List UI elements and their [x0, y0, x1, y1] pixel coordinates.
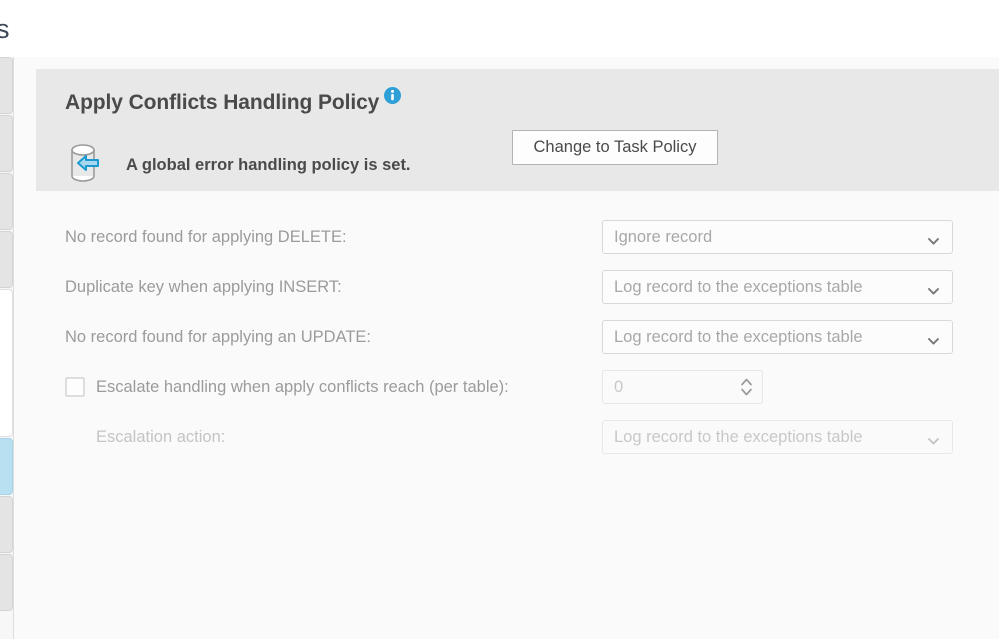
info-icon[interactable] — [384, 87, 402, 109]
dropdown-escalation-action[interactable]: Log record to the exceptions table — [602, 420, 953, 454]
policy-title: Apply Conflicts Handling Policy — [65, 91, 380, 114]
policy-title-row: Apply Conflicts Handling Policy — [65, 87, 402, 115]
sidebar-tab-7[interactable] — [0, 496, 13, 553]
chevron-down-icon — [928, 282, 939, 295]
policy-header-band: Apply Conflicts Handling Policy A global… — [36, 69, 999, 191]
sidebar-tab-4[interactable] — [0, 231, 13, 288]
sidebar-tab-1[interactable] — [0, 57, 13, 114]
policy-status-text: A global error handling policy is set. — [126, 156, 411, 174]
dropdown-value-insert: Log record to the exceptions table — [614, 278, 863, 296]
sidebar-tab-6-selected[interactable] — [0, 438, 13, 495]
dropdown-value-delete: Ignore record — [614, 228, 713, 246]
sidebar-tab-3[interactable] — [0, 173, 13, 230]
form-row-escalation-action: Escalation action: Log record to the exc… — [14, 420, 999, 454]
dropdown-value-update: Log record to the exceptions table — [614, 328, 863, 346]
dropdown-value-escalation-action: Log record to the exceptions table — [614, 428, 863, 446]
dropdown-no-record-update[interactable]: Log record to the exceptions table — [602, 320, 953, 354]
form-row-escalate: Escalate handling when apply conflicts r… — [14, 370, 999, 404]
sidebar-tab-2[interactable] — [0, 115, 13, 172]
chevron-down-icon — [928, 432, 939, 445]
dropdown-no-record-delete[interactable]: Ignore record — [602, 220, 953, 254]
policy-status-row: A global error handling policy is set. — [64, 142, 411, 189]
sidebar-tab-8[interactable] — [0, 554, 13, 611]
chevron-down-icon — [928, 232, 939, 245]
label-no-record-update: No record found for applying an UPDATE: — [65, 328, 372, 346]
label-no-record-delete: No record found for applying DELETE: — [65, 228, 347, 246]
escalate-handling-checkbox[interactable] — [65, 377, 85, 397]
stepper-arrows-icon[interactable] — [740, 376, 753, 398]
chevron-down-icon — [928, 332, 939, 345]
label-escalate-handling: Escalate handling when apply conflicts r… — [96, 378, 509, 396]
page-title: ngs — [0, 14, 10, 44]
escalate-threshold-value: 0 — [614, 378, 624, 396]
database-arrow-icon — [64, 142, 114, 189]
sidebar-tab-5-current[interactable] — [0, 289, 13, 437]
escalate-threshold-stepper[interactable]: 0 — [602, 370, 763, 404]
form-row-delete: No record found for applying DELETE: Ign… — [14, 220, 999, 254]
form-row-insert: Duplicate key when applying INSERT: Log … — [14, 270, 999, 304]
vertical-tab-strip[interactable] — [0, 57, 13, 639]
change-to-task-policy-button[interactable]: Change to Task Policy — [512, 130, 718, 165]
content-pane: Apply Conflicts Handling Policy A global… — [14, 57, 999, 639]
label-duplicate-key-insert: Duplicate key when applying INSERT: — [65, 278, 342, 296]
form-row-update: No record found for applying an UPDATE: … — [14, 320, 999, 354]
label-escalation-action: Escalation action: — [96, 428, 226, 446]
dropdown-duplicate-key-insert[interactable]: Log record to the exceptions table — [602, 270, 953, 304]
